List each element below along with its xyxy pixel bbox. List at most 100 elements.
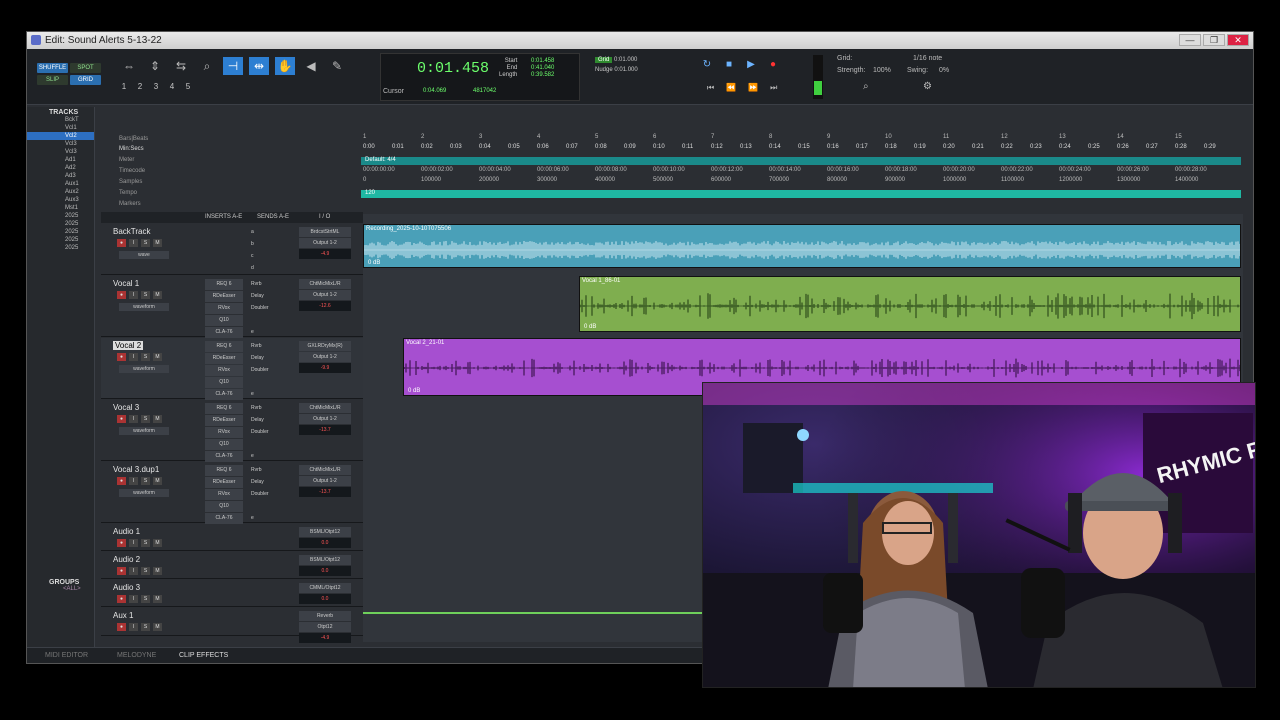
insert-slot[interactable]: REQ 6 <box>205 403 243 414</box>
tracks-list-item[interactable]: 2025 <box>27 220 94 228</box>
quantize-icon[interactable]: ⌕ <box>863 81 869 92</box>
track-header[interactable]: Vocal 3 ● I S Mwaveform REQ 6 RDeEsser RVox Q10 C… <box>101 400 363 462</box>
tracks-list-item[interactable]: 2025 <box>27 236 94 244</box>
track-header[interactable]: Aux 1 ● I S M Reverb Otpt12 -4.9 <box>101 608 363 643</box>
solo-button[interactable]: S <box>141 567 150 575</box>
tracks-list-item[interactable]: BckT <box>27 116 94 124</box>
tempo-ruler-bar[interactable]: 120 <box>361 190 1241 198</box>
input-monitor-button[interactable]: I <box>129 291 138 299</box>
io-selector[interactable]: CMML/Otpt12 <box>299 583 351 593</box>
track-header[interactable]: BackTrack ● I S Mwave a b c d BrdcstStrtML Output … <box>101 224 363 275</box>
tracks-list-item[interactable]: Mst1 <box>27 204 94 212</box>
insert-slot[interactable]: Q10 <box>205 315 243 326</box>
io-selector[interactable]: BSML/Otpt12 <box>299 555 351 565</box>
minimize-button[interactable]: — <box>1179 34 1201 46</box>
input-monitor-button[interactable]: I <box>129 539 138 547</box>
io-selector[interactable]: Output 1-2 <box>299 352 351 362</box>
solo-button[interactable]: S <box>141 291 150 299</box>
io-selector[interactable]: BSML/Otpt12 <box>299 527 351 537</box>
io-selector[interactable]: ChtMicMixL/R <box>299 465 351 475</box>
maximize-button[interactable]: ❐ <box>1203 34 1225 46</box>
go-to-end-icon[interactable]: ⏭ <box>770 83 777 93</box>
io-selector[interactable]: GXLRDryMx(R) <box>299 341 351 351</box>
zoom-preset-4[interactable]: 4 <box>167 82 177 91</box>
nudge-value[interactable]: 0:01.000 <box>614 67 637 73</box>
groups-all[interactable]: <ALL> <box>49 586 95 592</box>
insert-slot[interactable]: RVox <box>205 365 243 376</box>
slip-mode-button[interactable]: SLIP <box>37 75 68 85</box>
io-selector[interactable]: Output 1-2 <box>299 290 351 300</box>
track-header[interactable]: Audio 3 ● I S M CMML/Otpt12 0.0 <box>101 580 363 607</box>
io-selector[interactable]: Output 1-2 <box>299 238 351 248</box>
tracks-list-item[interactable]: Aux1 <box>27 180 94 188</box>
io-selector[interactable]: Reverb <box>299 611 351 621</box>
note-value[interactable]: 1/16 note <box>913 55 942 62</box>
send-slot[interactable]: d <box>251 263 283 274</box>
send-slot[interactable]: e <box>251 451 283 462</box>
record-enable-button[interactable]: ● <box>117 567 126 575</box>
volume-readout[interactable]: -4.9 <box>299 633 351 643</box>
record-enable-button[interactable]: ● <box>117 291 126 299</box>
shuffle-mode-button[interactable]: SHUFFLE <box>37 63 68 73</box>
tracks-list-item[interactable]: 2025 <box>27 228 94 236</box>
io-selector[interactable]: ChtMicMixL/R <box>299 403 351 413</box>
record-enable-button[interactable]: ● <box>117 539 126 547</box>
send-slot[interactable] <box>251 315 283 326</box>
end-value[interactable]: 0:41.040 <box>531 65 554 72</box>
track-name[interactable]: BackTrack <box>113 227 151 236</box>
mute-button[interactable]: M <box>153 415 162 423</box>
tracks-list-item[interactable]: Ad3 <box>27 172 94 180</box>
input-monitor-button[interactable]: I <box>129 477 138 485</box>
send-slot[interactable]: Delay <box>251 353 283 364</box>
track-name[interactable]: Vocal 3 <box>113 403 139 412</box>
send-slot[interactable]: b <box>251 239 283 250</box>
settings-gear-icon[interactable]: ⚙ <box>923 81 932 92</box>
send-slot[interactable]: a <box>251 227 283 238</box>
track-name[interactable]: Audio 1 <box>113 527 140 536</box>
solo-button[interactable]: S <box>141 477 150 485</box>
input-monitor-button[interactable]: I <box>129 239 138 247</box>
track-name[interactable]: Aux 1 <box>113 611 133 620</box>
solo-button[interactable]: S <box>141 539 150 547</box>
volume-readout[interactable]: -9.9 <box>299 363 351 373</box>
record-enable-button[interactable]: ● <box>117 353 126 361</box>
play-icon[interactable]: ▶ <box>743 57 759 73</box>
mute-button[interactable]: M <box>153 539 162 547</box>
main-counter[interactable]: 0:01.458 Cursor 0:04.069 4817042 Start E… <box>380 53 580 101</box>
tab-clip-effects[interactable]: CLIP EFFECTS <box>179 652 228 659</box>
send-slot[interactable]: Rvrb <box>251 465 283 476</box>
track-header[interactable]: Vocal 1 ● I S Mwaveform REQ 6 RDeEsser RVox Q10 C… <box>101 276 363 338</box>
record-enable-button[interactable]: ● <box>117 595 126 603</box>
insert-slot[interactable]: CLA-76 <box>205 513 243 524</box>
insert-slot[interactable]: RVox <box>205 303 243 314</box>
start-value[interactable]: 0:01.458 <box>531 58 554 65</box>
insert-slot[interactable]: CLA-76 <box>205 451 243 462</box>
send-slot[interactable]: Rvrb <box>251 279 283 290</box>
track-name[interactable]: Vocal 3.dup1 <box>113 465 159 474</box>
insert-slot[interactable]: REQ 6 <box>205 465 243 476</box>
send-slot[interactable]: e <box>251 389 283 400</box>
insert-slot[interactable]: RDeEsser <box>205 415 243 426</box>
io-selector[interactable]: Output 1-2 <box>299 414 351 424</box>
send-slot[interactable] <box>251 501 283 512</box>
volume-readout[interactable]: 0.0 <box>299 566 351 576</box>
send-slot[interactable]: Doubler <box>251 427 283 438</box>
io-selector[interactable]: ChtMicMixL/R <box>299 279 351 289</box>
send-slot[interactable]: Rvrb <box>251 403 283 414</box>
mute-button[interactable]: M <box>153 477 162 485</box>
grid-button[interactable]: Grid <box>595 57 613 63</box>
tracks-list-item[interactable]: Vcl3 <box>27 148 94 156</box>
return-to-zero-icon[interactable]: ⏮ <box>707 83 714 93</box>
insert-slot[interactable]: RDeEsser <box>205 291 243 302</box>
track-name[interactable]: Vocal 1 <box>113 279 139 288</box>
rewind-icon[interactable]: ⏪ <box>726 83 736 93</box>
stop-icon[interactable]: ■ <box>721 57 737 73</box>
record-icon[interactable]: ● <box>765 57 781 73</box>
track-name[interactable]: Audio 3 <box>113 583 140 592</box>
record-enable-button[interactable]: ● <box>117 415 126 423</box>
solo-button[interactable]: S <box>141 623 150 631</box>
send-slot[interactable]: e <box>251 327 283 338</box>
io-selector[interactable]: Output 1-2 <box>299 476 351 486</box>
nudge-button[interactable]: Nudge <box>595 67 613 73</box>
track-view-selector[interactable]: waveform <box>119 427 169 435</box>
